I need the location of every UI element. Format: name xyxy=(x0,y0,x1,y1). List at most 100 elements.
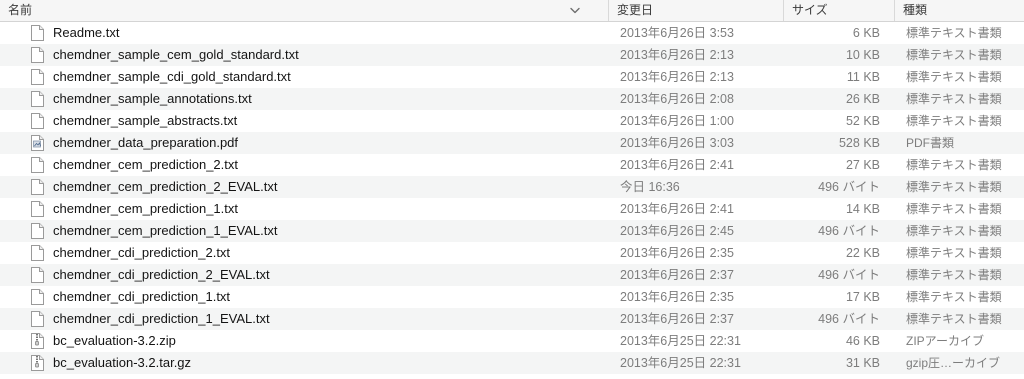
file-size: 14 KB xyxy=(845,202,880,216)
file-size: 496 バイト xyxy=(818,312,880,326)
file-size: 26 KB xyxy=(845,92,880,106)
text-document-icon xyxy=(31,69,44,85)
file-kind: 標準テキスト書類 xyxy=(906,70,1002,84)
file-kind: gzip圧…ーカイブ xyxy=(906,356,1001,370)
file-size: 11 KB xyxy=(846,70,880,84)
file-modified-date: 2013年6月26日 2:41 xyxy=(620,158,734,172)
column-header-kind-label: 種類 xyxy=(903,3,928,17)
file-size: 10 KB xyxy=(845,48,880,62)
zip-archive-icon xyxy=(31,333,44,349)
file-kind: 標準テキスト書類 xyxy=(906,312,1002,326)
file-row[interactable]: bc_evaluation-3.2.zip 2013年6月25日 22:31 4… xyxy=(0,330,1024,352)
file-modified-date: 2013年6月25日 22:31 xyxy=(620,334,741,348)
column-header-date[interactable]: 変更日 xyxy=(608,0,783,21)
file-size: 46 KB xyxy=(845,334,880,348)
file-modified-date: 2013年6月26日 2:13 xyxy=(620,48,734,62)
file-modified-date: 2013年6月26日 2:45 xyxy=(620,224,734,238)
file-modified-date: 2013年6月26日 3:53 xyxy=(620,26,734,40)
file-row[interactable]: chemdner_cem_prediction_2_EVAL.txt 今日 16… xyxy=(0,176,1024,198)
file-name: chemdner_cem_prediction_1.txt xyxy=(53,201,238,216)
file-kind: 標準テキスト書類 xyxy=(906,114,1002,128)
text-document-icon xyxy=(31,179,44,195)
file-kind: 標準テキスト書類 xyxy=(906,224,1002,238)
file-kind: 標準テキスト書類 xyxy=(906,290,1002,304)
file-name: chemdner_sample_cdi_gold_standard.txt xyxy=(53,69,291,84)
file-modified-date: 2013年6月26日 3:03 xyxy=(620,136,734,150)
file-name: bc_evaluation-3.2.zip xyxy=(53,333,176,348)
file-row[interactable]: chemdner_sample_abstracts.txt 2013年6月26日… xyxy=(0,110,1024,132)
file-name: Readme.txt xyxy=(53,25,120,40)
file-row[interactable]: chemdner_sample_cem_gold_standard.txt 20… xyxy=(0,44,1024,66)
text-document-icon xyxy=(31,289,44,305)
file-kind: 標準テキスト書類 xyxy=(906,158,1002,172)
file-row[interactable]: chemdner_cdi_prediction_2_EVAL.txt 2013年… xyxy=(0,264,1024,286)
file-row[interactable]: Readme.txt 2013年6月26日 3:53 6 KB 標準テキスト書類 xyxy=(0,22,1024,44)
file-name: chemdner_sample_abstracts.txt xyxy=(53,113,238,128)
sort-chevron-down-icon[interactable] xyxy=(570,7,580,14)
file-modified-date: 今日 16:36 xyxy=(620,180,680,194)
file-kind: PDF書類 xyxy=(906,136,955,150)
file-name: chemdner_cem_prediction_1_EVAL.txt xyxy=(53,223,278,238)
file-modified-date: 2013年6月26日 2:41 xyxy=(620,202,734,216)
file-kind: 標準テキスト書類 xyxy=(906,26,1002,40)
file-row[interactable]: bc_evaluation-3.2.tar.gz 2013年6月25日 22:3… xyxy=(0,352,1024,374)
text-document-icon xyxy=(31,311,44,327)
file-row[interactable]: chemdner_sample_cdi_gold_standard.txt 20… xyxy=(0,66,1024,88)
file-row[interactable]: chemdner_sample_annotations.txt 2013年6月2… xyxy=(0,88,1024,110)
file-name: chemdner_cdi_prediction_1.txt xyxy=(53,289,231,304)
file-name: chemdner_cdi_prediction_2.txt xyxy=(53,245,231,260)
file-modified-date: 2013年6月25日 22:31 xyxy=(620,356,741,370)
column-header-size-label: サイズ xyxy=(792,3,828,17)
file-size: 31 KB xyxy=(845,356,880,370)
file-row[interactable]: chemdner_cdi_prediction_1.txt 2013年6月26日… xyxy=(0,286,1024,308)
text-document-icon xyxy=(31,157,44,173)
file-size: 496 バイト xyxy=(818,180,880,194)
file-kind: 標準テキスト書類 xyxy=(906,268,1002,282)
file-row[interactable]: chemdner_cdi_prediction_1_EVAL.txt 2013年… xyxy=(0,308,1024,330)
file-name: chemdner_sample_cem_gold_standard.txt xyxy=(53,47,299,62)
file-modified-date: 2013年6月26日 2:13 xyxy=(620,70,734,84)
text-document-icon xyxy=(31,245,44,261)
file-row[interactable]: chemdner_cdi_prediction_2.txt 2013年6月26日… xyxy=(0,242,1024,264)
file-modified-date: 2013年6月26日 1:00 xyxy=(620,114,734,128)
text-document-icon xyxy=(31,267,44,283)
file-size: 27 KB xyxy=(845,158,880,172)
file-row[interactable]: chemdner_cem_prediction_1.txt 2013年6月26日… xyxy=(0,198,1024,220)
file-modified-date: 2013年6月26日 2:35 xyxy=(620,246,734,260)
file-list: Readme.txt 2013年6月26日 3:53 6 KB 標準テキスト書類… xyxy=(0,22,1024,374)
file-modified-date: 2013年6月26日 2:37 xyxy=(620,268,734,282)
text-document-icon xyxy=(31,223,44,239)
text-document-icon xyxy=(31,91,44,107)
file-name: bc_evaluation-3.2.tar.gz xyxy=(53,355,192,370)
file-name: chemdner_cdi_prediction_1_EVAL.txt xyxy=(53,311,270,326)
finder-window: 名前 変更日 サイズ 種類 Readme.txt 2013年6月26日 3:53… xyxy=(0,0,1024,379)
file-row[interactable]: chemdner_cem_prediction_1_EVAL.txt 2013年… xyxy=(0,220,1024,242)
column-header-date-label: 変更日 xyxy=(617,3,654,17)
column-header-name-label: 名前 xyxy=(8,3,33,17)
file-modified-date: 2013年6月26日 2:35 xyxy=(620,290,734,304)
file-size: 22 KB xyxy=(845,246,880,260)
column-header-size[interactable]: サイズ xyxy=(783,0,894,21)
file-kind: 標準テキスト書類 xyxy=(906,180,1002,194)
zip-archive-icon xyxy=(31,355,44,371)
text-document-icon xyxy=(31,201,44,217)
file-kind: 標準テキスト書類 xyxy=(906,202,1002,216)
file-name: chemdner_cem_prediction_2.txt xyxy=(53,157,238,172)
file-modified-date: 2013年6月26日 2:08 xyxy=(620,92,734,106)
file-name: chemdner_cem_prediction_2_EVAL.txt xyxy=(53,179,278,194)
text-document-icon xyxy=(31,113,44,129)
file-size: 496 バイト xyxy=(818,224,880,238)
file-name: chemdner_sample_annotations.txt xyxy=(53,91,252,106)
file-kind: 標準テキスト書類 xyxy=(906,48,1002,62)
file-row[interactable]: chemdner_data_preparation.pdf 2013年6月26日… xyxy=(0,132,1024,154)
file-kind: 標準テキスト書類 xyxy=(906,246,1002,260)
file-row[interactable]: chemdner_cem_prediction_2.txt 2013年6月26日… xyxy=(0,154,1024,176)
file-kind: ZIPアーカイブ xyxy=(906,334,984,348)
column-header-kind[interactable]: 種類 xyxy=(894,0,1024,21)
file-name: chemdner_data_preparation.pdf xyxy=(53,135,239,150)
pdf-document-icon xyxy=(31,135,44,151)
file-size: 52 KB xyxy=(845,114,880,128)
file-size: 496 バイト xyxy=(818,268,880,282)
column-header-name[interactable]: 名前 xyxy=(0,0,608,21)
file-kind: 標準テキスト書類 xyxy=(906,92,1002,106)
